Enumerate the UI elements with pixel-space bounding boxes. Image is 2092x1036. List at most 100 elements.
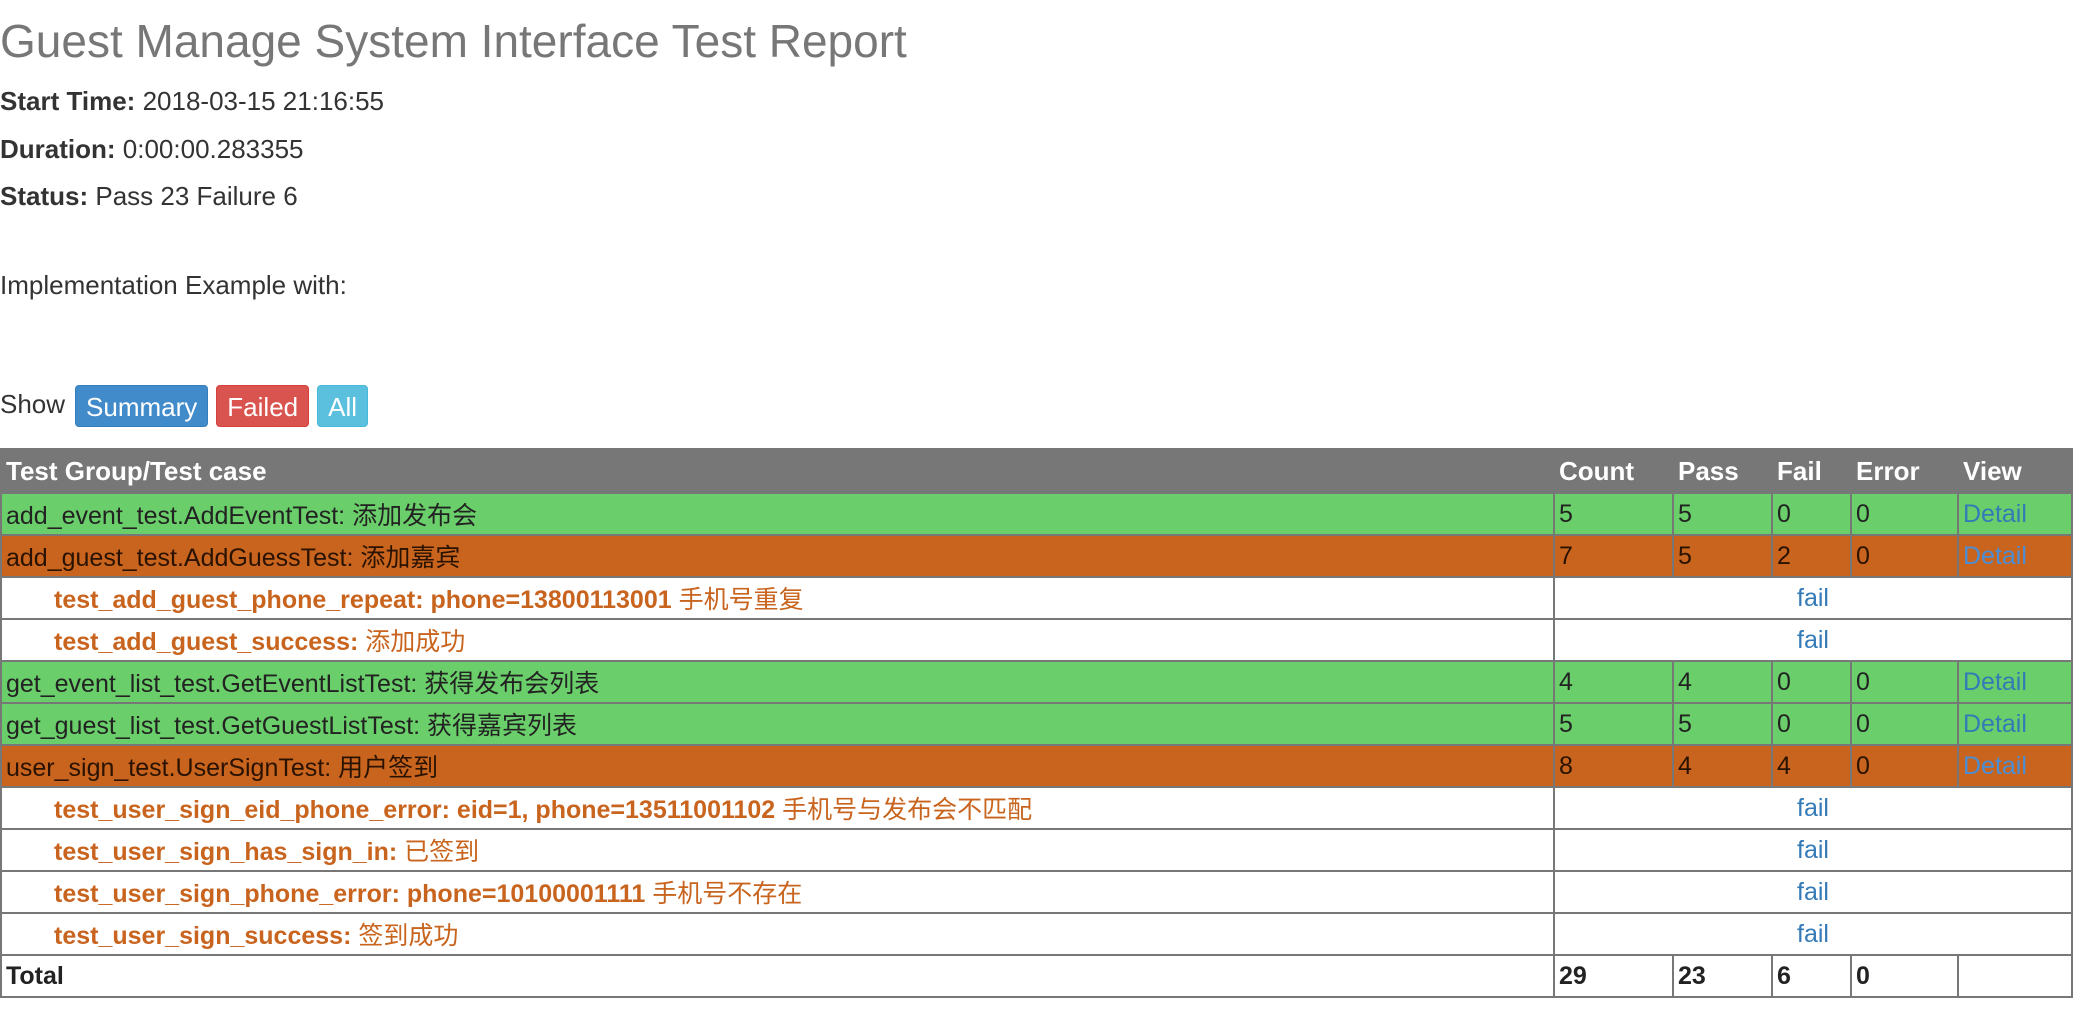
- group-pass: 5: [1672, 534, 1773, 578]
- group-row: add_guest_test.AddGuessTest: 添加嘉宾 7 5 2 …: [0, 534, 2073, 578]
- case-desc: 手机号重复: [678, 586, 804, 614]
- detail-link[interactable]: Detail: [1963, 668, 2027, 696]
- group-error: 0: [1850, 744, 1959, 788]
- group-error: 0: [1850, 534, 1959, 578]
- failed-button[interactable]: Failed: [216, 385, 310, 427]
- case-id: test_user_sign_phone_error: phone=101000…: [54, 880, 646, 908]
- case-id: test_add_guest_phone_repeat: phone=13800…: [54, 586, 672, 614]
- case-status-link[interactable]: fail: [1797, 584, 1829, 612]
- group-row: get_guest_list_test.GetGuestListTest: 获得…: [0, 702, 2073, 746]
- case-row: test_user_sign_success: 签到成功 fail: [0, 912, 2073, 956]
- header-fail: Fail: [1771, 448, 1852, 494]
- case-status-link[interactable]: fail: [1797, 626, 1829, 654]
- detail-link[interactable]: Detail: [1963, 752, 2027, 780]
- case-id: test_user_sign_eid_phone_error: eid=1, p…: [54, 796, 776, 824]
- detail-link[interactable]: Detail: [1963, 500, 2027, 528]
- report-title: Guest Manage System Interface Test Repor…: [0, 15, 907, 67]
- case-row: test_user_sign_eid_phone_error: eid=1, p…: [0, 786, 2073, 830]
- start-time-line: Start Time: 2018-03-15 21:16:55: [0, 86, 384, 117]
- detail-link[interactable]: Detail: [1963, 710, 2027, 738]
- detail-link[interactable]: Detail: [1963, 542, 2027, 570]
- group-count: 5: [1553, 492, 1674, 536]
- group-error: 0: [1850, 660, 1959, 704]
- header-count: Count: [1553, 448, 1674, 494]
- case-row: test_user_sign_phone_error: phone=101000…: [0, 870, 2073, 914]
- total-row: Total 29 23 6 0: [0, 954, 2073, 998]
- group-row: add_event_test.AddEventTest: 添加发布会 5 5 0…: [0, 492, 2073, 536]
- case-desc: 添加成功: [365, 628, 466, 656]
- total-count: 29: [1553, 954, 1674, 998]
- case-status-link[interactable]: fail: [1797, 836, 1829, 864]
- all-button[interactable]: All: [317, 385, 369, 427]
- case-status: fail: [1553, 828, 2073, 872]
- group-count: 4: [1553, 660, 1674, 704]
- group-view: Detail: [1957, 534, 2073, 578]
- filter-bar: Show Summary Failed All: [0, 384, 376, 428]
- group-count: 7: [1553, 534, 1674, 578]
- case-row: test_user_sign_has_sign_in: 已签到 fail: [0, 828, 2073, 872]
- case-name: test_user_sign_has_sign_in: 已签到: [0, 828, 1555, 872]
- case-status: fail: [1553, 786, 2073, 830]
- total-pass: 23: [1672, 954, 1773, 998]
- result-table: Test Group/Test case Count Pass Fail Err…: [0, 448, 2073, 998]
- group-count: 8: [1553, 744, 1674, 788]
- case-id: test_user_sign_success:: [54, 922, 352, 950]
- case-desc: 已签到: [404, 838, 480, 866]
- case-desc: 手机号不存在: [652, 880, 803, 908]
- start-time-value: 2018-03-15 21:16:55: [142, 86, 385, 116]
- group-pass: 5: [1672, 702, 1773, 746]
- case-row: test_add_guest_success: 添加成功 fail: [0, 618, 2073, 662]
- duration-label: Duration:: [0, 134, 116, 164]
- start-time-label: Start Time:: [0, 86, 136, 116]
- total-error: 0: [1850, 954, 1959, 998]
- header-test-case: Test Group/Test case: [0, 448, 1555, 494]
- case-name: test_user_sign_success: 签到成功: [0, 912, 1555, 956]
- case-status: fail: [1553, 618, 2073, 662]
- case-name: test_add_guest_phone_repeat: phone=13800…: [0, 576, 1555, 620]
- case-row: test_add_guest_phone_repeat: phone=13800…: [0, 576, 2073, 620]
- duration-line: Duration: 0:00:00.283355: [0, 134, 304, 165]
- header-pass: Pass: [1672, 448, 1773, 494]
- report-description: Implementation Example with:: [0, 270, 347, 300]
- case-status-link[interactable]: fail: [1797, 794, 1829, 822]
- case-status: fail: [1553, 870, 2073, 914]
- case-id: test_add_guest_success:: [54, 628, 359, 656]
- case-status-link[interactable]: fail: [1797, 920, 1829, 948]
- case-name: test_add_guest_success: 添加成功: [0, 618, 1555, 662]
- group-name: user_sign_test.UserSignTest: 用户签到: [0, 744, 1555, 788]
- status-label: Status:: [0, 181, 89, 211]
- group-fail: 0: [1771, 660, 1852, 704]
- case-name: test_user_sign_phone_error: phone=101000…: [0, 870, 1555, 914]
- group-row: get_event_list_test.GetEventListTest: 获得…: [0, 660, 2073, 704]
- group-pass: 5: [1672, 492, 1773, 536]
- case-id: test_user_sign_has_sign_in:: [54, 838, 398, 866]
- case-status: fail: [1553, 576, 2073, 620]
- header-view: View: [1957, 448, 2073, 494]
- group-error: 0: [1850, 702, 1959, 746]
- duration-value: 0:00:00.283355: [122, 134, 304, 164]
- group-row: user_sign_test.UserSignTest: 用户签到 8 4 4 …: [0, 744, 2073, 788]
- group-fail: 2: [1771, 534, 1852, 578]
- total-view: [1957, 954, 2073, 998]
- case-status-link[interactable]: fail: [1797, 878, 1829, 906]
- case-status: fail: [1553, 912, 2073, 956]
- group-count: 5: [1553, 702, 1674, 746]
- header-row: Test Group/Test case Count Pass Fail Err…: [0, 448, 2073, 494]
- group-view: Detail: [1957, 702, 2073, 746]
- group-pass: 4: [1672, 744, 1773, 788]
- status-value: Pass 23 Failure 6: [95, 181, 298, 211]
- show-label: Show: [0, 388, 66, 419]
- status-line: Status: Pass 23 Failure 6: [0, 181, 298, 212]
- group-view: Detail: [1957, 660, 2073, 704]
- group-name: get_guest_list_test.GetGuestListTest: 获得…: [0, 702, 1555, 746]
- group-fail: 0: [1771, 702, 1852, 746]
- case-desc: 手机号与发布会不匹配: [782, 796, 1033, 824]
- case-desc: 签到成功: [358, 922, 459, 950]
- group-fail: 4: [1771, 744, 1852, 788]
- group-name: add_guest_test.AddGuessTest: 添加嘉宾: [0, 534, 1555, 578]
- total-fail: 6: [1771, 954, 1852, 998]
- group-error: 0: [1850, 492, 1959, 536]
- summary-button[interactable]: Summary: [75, 385, 209, 427]
- total-label: Total: [0, 954, 1555, 998]
- group-name: get_event_list_test.GetEventListTest: 获得…: [0, 660, 1555, 704]
